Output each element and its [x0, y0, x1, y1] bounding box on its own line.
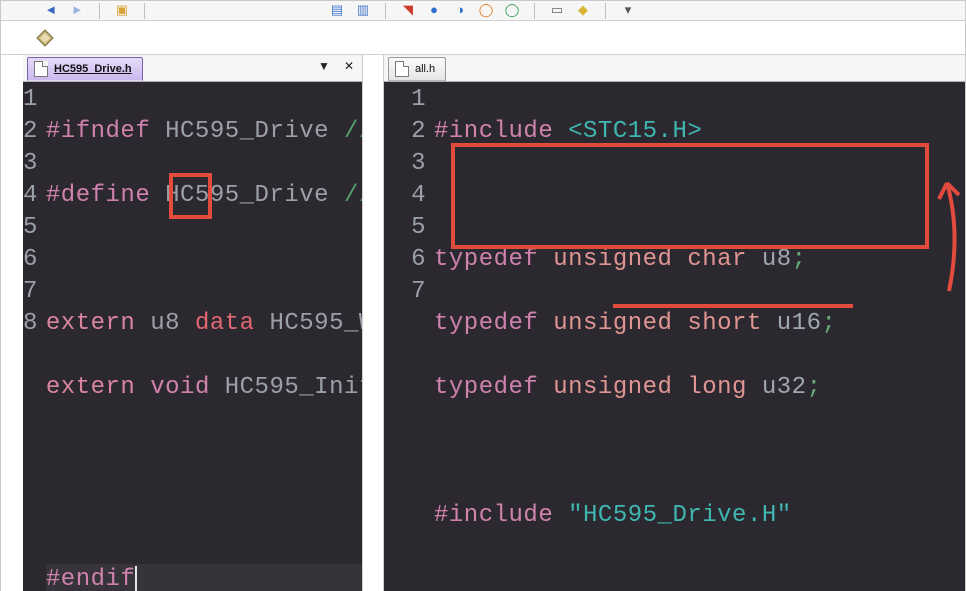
- tab-label: all.h: [415, 63, 435, 75]
- tab-hc595-drive-h[interactable]: HC595_Drive.h: [27, 57, 143, 81]
- line-number: 7: [384, 276, 426, 308]
- tok-preproc: #include: [434, 502, 568, 529]
- left-tab-bar: HC595_Drive.h ▼ ✕: [23, 55, 362, 82]
- tok-include-angle: <STC15.H>: [568, 118, 702, 145]
- editor-panes: HC595_Drive.h ▼ ✕ 1 2 3 4 5 6 7 8: [1, 55, 965, 591]
- folder-icon[interactable]: ▣: [114, 3, 130, 19]
- green-dot-icon[interactable]: ◯: [504, 3, 520, 19]
- tok-kw: unsigned long: [553, 374, 762, 401]
- build-target-icon[interactable]: [35, 28, 55, 48]
- orange-ring-icon[interactable]: ◯: [478, 3, 494, 19]
- back-icon[interactable]: ◄: [43, 3, 59, 19]
- right-editor-pane: all.h 1 2 3 4 5 6 7 #include <STC15.H> t…: [383, 55, 965, 591]
- tab-dropdown-icon[interactable]: ▼: [318, 59, 330, 73]
- right-gutter: 1 2 3 4 5 6 7: [384, 82, 432, 591]
- file-icon: [395, 61, 409, 77]
- tab-close-icon[interactable]: ✕: [344, 59, 354, 73]
- sheet-icon[interactable]: ▭: [549, 3, 565, 19]
- tok-kw: unsigned char: [553, 246, 762, 273]
- tok-alias: u16: [777, 310, 822, 337]
- tok-ident: HC595_W: [255, 310, 362, 337]
- tab-all-h[interactable]: all.h: [388, 57, 446, 81]
- tok-preproc: #include: [434, 118, 568, 145]
- tok-semi: ;: [807, 374, 822, 401]
- stack1-icon[interactable]: ▤: [329, 3, 345, 19]
- tok-space: [180, 310, 195, 337]
- tok-preproc: #define: [46, 182, 165, 209]
- tok-semi: ;: [821, 310, 836, 337]
- main-toolbar: ◄ ► ▣ ▤ ▥ ◥ ● ◑ ◯ ◯ ▭ ◆ ▾: [1, 1, 965, 21]
- tab-label: HC595_Drive.h: [54, 63, 132, 75]
- blue-dot2-icon[interactable]: ◑: [452, 3, 468, 19]
- tok-include-str: "HC595_Drive.H": [568, 502, 792, 529]
- stack2-icon[interactable]: ▥: [355, 3, 371, 19]
- divider: [534, 3, 535, 19]
- right-code[interactable]: #include <STC15.H> typedef unsigned char…: [432, 82, 965, 591]
- ide-window: ◄ ► ▣ ▤ ▥ ◥ ● ◑ ◯ ◯ ▭ ◆ ▾: [0, 0, 966, 591]
- pane-splitter[interactable]: [363, 55, 383, 591]
- tok-preproc: #ifndef: [46, 118, 165, 145]
- tok-ident: HC595_Drive: [165, 118, 344, 145]
- left-gutter: 1 2 3 4 5 6 7 8: [23, 82, 44, 591]
- yellow-icon[interactable]: ◆: [575, 3, 591, 19]
- line-number: 2: [23, 116, 38, 148]
- divider: [144, 3, 145, 19]
- tok-semi: ;: [792, 246, 807, 273]
- left-editor-pane: HC595_Drive.h ▼ ✕ 1 2 3 4 5 6 7 8: [1, 55, 363, 591]
- right-editor[interactable]: 1 2 3 4 5 6 7 #include <STC15.H> typedef…: [384, 82, 965, 591]
- line-number: 6: [384, 244, 426, 276]
- line-number: 1: [384, 84, 426, 116]
- line-number: 1: [23, 84, 38, 116]
- line-number: 7: [23, 276, 38, 308]
- tok-alias: u8: [762, 246, 792, 273]
- line-number: 3: [23, 148, 38, 180]
- tok-void: void: [150, 374, 210, 401]
- caret-icon[interactable]: ▾: [620, 3, 636, 19]
- tok-typedef: typedef: [434, 310, 553, 337]
- line-number: 2: [384, 116, 426, 148]
- tab-controls: ▼ ✕: [318, 59, 354, 73]
- file-icon: [34, 61, 48, 77]
- fwd-icon[interactable]: ►: [69, 3, 85, 19]
- tok-type: u8: [150, 310, 180, 337]
- tok-extern: extern: [46, 374, 150, 401]
- text-caret: [135, 566, 137, 591]
- tok-typedef: typedef: [434, 246, 553, 273]
- secondary-toolbar: [1, 21, 965, 55]
- left-code[interactable]: #ifndef HC595_Drive // #define HC595_Dri…: [44, 82, 362, 591]
- tok-data: data: [195, 310, 255, 337]
- divider: [605, 3, 606, 19]
- line-number: 5: [23, 212, 38, 244]
- tok-ident: HC595_Init: [210, 374, 362, 401]
- tok-comment: //: [344, 118, 362, 145]
- right-tab-bar: all.h: [384, 55, 965, 82]
- line-number: 4: [23, 180, 38, 212]
- blue-dot-icon[interactable]: ●: [426, 3, 442, 19]
- line-number: 5: [384, 212, 426, 244]
- line-number: 4: [384, 180, 426, 212]
- left-editor[interactable]: 1 2 3 4 5 6 7 8 #ifndef HC595_Drive // #…: [23, 82, 362, 591]
- divider: [99, 3, 100, 19]
- line-number: 6: [23, 244, 38, 276]
- tok-preproc: #endif: [46, 566, 135, 591]
- tok-kw: unsigned short: [553, 310, 777, 337]
- tok-comment: //: [344, 182, 362, 209]
- red-flag-icon[interactable]: ◥: [400, 3, 416, 19]
- line-number: 3: [384, 148, 426, 180]
- tok-extern: extern: [46, 310, 150, 337]
- line-number: 8: [23, 308, 38, 340]
- tok-alias: u32: [762, 374, 807, 401]
- tok-ident: HC595_Drive: [165, 182, 344, 209]
- divider: [385, 3, 386, 19]
- tok-typedef: typedef: [434, 374, 553, 401]
